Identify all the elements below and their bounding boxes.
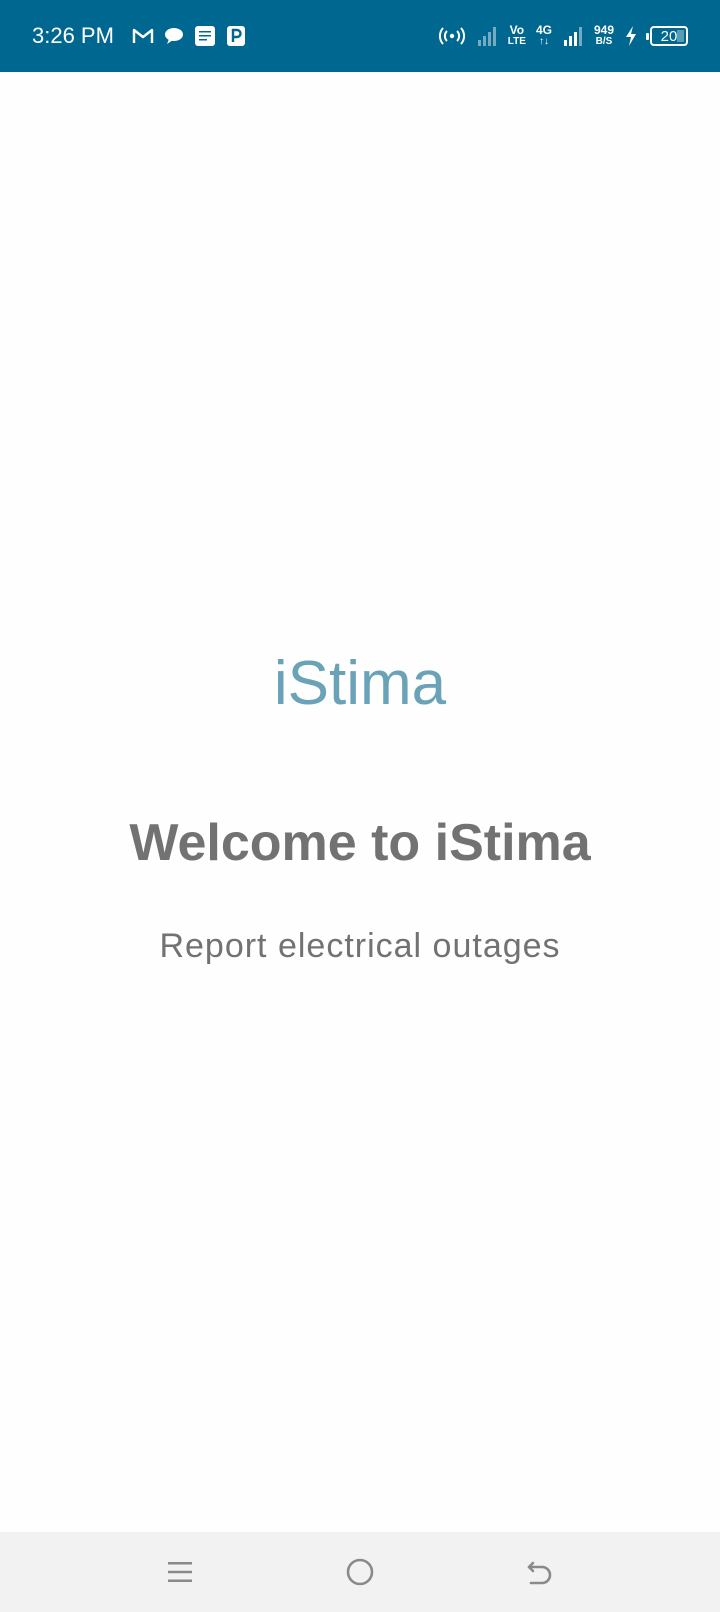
back-button[interactable] bbox=[520, 1552, 560, 1592]
signal-sim2-icon bbox=[562, 25, 584, 47]
volte-indicator: Vo LTE bbox=[507, 23, 526, 47]
speed-value: 949 bbox=[593, 23, 614, 37]
gmail-icon bbox=[132, 27, 154, 45]
status-bar: 3:26 PM Vo LTE 4G ↑↓ 949 B/S 20 bbox=[0, 0, 720, 72]
hotspot-icon bbox=[438, 26, 466, 46]
charging-bolt-icon bbox=[624, 25, 638, 47]
network-type-indicator: 4G ↑↓ bbox=[535, 23, 552, 47]
menu-icon bbox=[168, 1562, 192, 1582]
volte-bottom: LTE bbox=[507, 36, 526, 47]
system-indicators: Vo LTE 4G ↑↓ 949 B/S 20 bbox=[438, 20, 688, 52]
news-app-icon bbox=[194, 25, 216, 47]
parking-app-icon bbox=[226, 25, 246, 47]
speed-unit: B/S bbox=[595, 36, 613, 47]
battery-indicator: 20 bbox=[646, 26, 688, 46]
network-speed: 949 B/S bbox=[593, 23, 614, 47]
notification-icons bbox=[132, 22, 246, 50]
message-bubble-icon bbox=[164, 27, 184, 45]
home-button[interactable] bbox=[340, 1552, 380, 1592]
splash-screen: 3:26 PM Vo LTE 4G ↑↓ 949 B/S 20 iStima W… bbox=[0, 0, 720, 1612]
network-type: 4G bbox=[535, 23, 552, 37]
app-name: iStima bbox=[273, 649, 447, 718]
home-icon bbox=[346, 1558, 374, 1586]
menu-button[interactable] bbox=[160, 1552, 200, 1592]
tagline: Report electrical outages bbox=[159, 927, 561, 965]
data-arrows: ↑↓ bbox=[538, 36, 549, 47]
welcome-title: Welcome to iStima bbox=[129, 814, 591, 872]
navigation-bar bbox=[0, 1532, 720, 1612]
back-icon bbox=[527, 1561, 552, 1585]
volte-top: Vo bbox=[509, 23, 525, 37]
status-time: 3:26 PM bbox=[32, 23, 114, 48]
battery-level: 20 bbox=[660, 27, 678, 45]
signal-sim1-icon bbox=[476, 25, 498, 47]
